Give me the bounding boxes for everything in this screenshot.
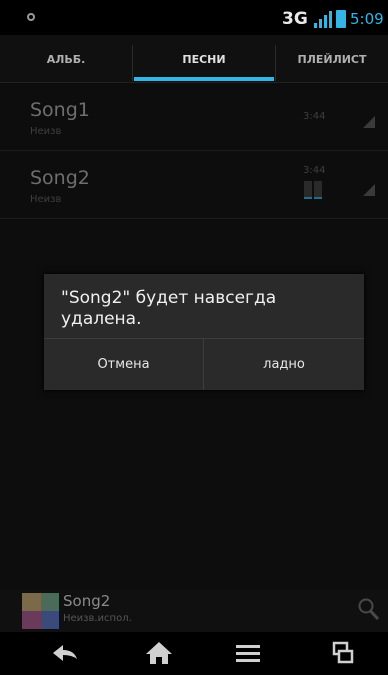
signal-icon (314, 11, 332, 28)
dialog-message: "Song2" будет навсегда удалена. (61, 288, 277, 329)
equalizer-icon (304, 181, 322, 199)
cancel-button[interactable]: Отмена (44, 339, 203, 390)
clock: 5:09 (350, 10, 384, 28)
tab-albums[interactable]: АЛЬБ. (0, 35, 132, 83)
network-type: 3G (282, 9, 308, 29)
status-bar: 3G 5:09 (0, 0, 388, 35)
menu-icon[interactable] (233, 640, 263, 666)
tab-selected-indicator (134, 77, 274, 81)
search-icon[interactable] (358, 597, 380, 621)
menu-triangle-icon[interactable] (363, 116, 375, 128)
menu-triangle-icon[interactable] (363, 184, 375, 196)
tab-separator (132, 45, 133, 81)
home-icon[interactable] (144, 640, 174, 666)
now-playing-title: Song2 (63, 592, 111, 610)
song-artist: Неизв (30, 194, 62, 205)
tab-bar: АЛЬБ. ПЕСНИ ПЛЕЙЛИСТ (0, 35, 388, 83)
recent-apps-icon[interactable] (328, 640, 358, 666)
list-item[interactable]: Song2 Неизв 3:44 (0, 151, 388, 219)
song-duration: 3:44 (303, 165, 326, 176)
song-title: Song1 (30, 99, 90, 121)
song-title: Song2 (30, 167, 90, 189)
battery-icon (336, 10, 346, 28)
song-artist: Неизв (30, 126, 62, 137)
tab-playlists[interactable]: ПЛЕЙЛИСТ (276, 35, 388, 83)
album-art[interactable] (22, 593, 59, 629)
navigation-bar (0, 632, 388, 675)
now-playing-bar[interactable]: Song2 Неизв.испол. (0, 589, 388, 632)
list-item[interactable]: Song1 Неизв 3:44 (0, 83, 388, 151)
notification-icon (27, 13, 35, 21)
now-playing-artist: Неизв.испол. (63, 613, 132, 624)
back-icon[interactable] (50, 640, 80, 666)
song-duration: 3:44 (303, 111, 326, 122)
tab-songs[interactable]: ПЕСНИ (134, 35, 274, 83)
delete-confirm-dialog: "Song2" будет навсегда удалена. Отмена л… (44, 274, 364, 390)
ok-button[interactable]: ладно (204, 339, 364, 390)
